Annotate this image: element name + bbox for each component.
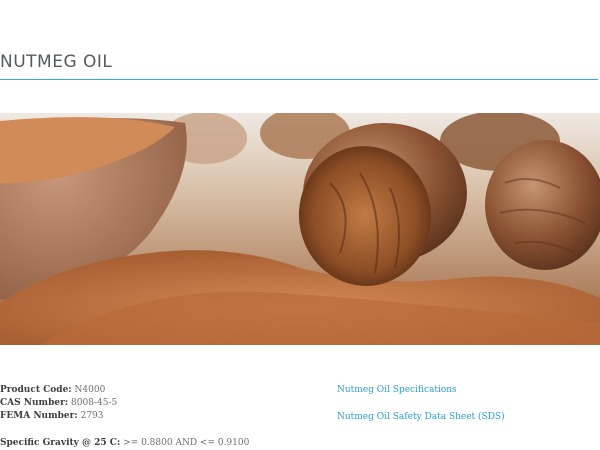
product-code-label: Product Code: bbox=[0, 385, 72, 395]
product-code-value: N4000 bbox=[74, 385, 106, 395]
cas-number-value: 8008-45-5 bbox=[71, 398, 118, 408]
fema-number-value: 2793 bbox=[80, 411, 104, 421]
sds-link[interactable]: Nutmeg Oil Safety Data Sheet (SDS) bbox=[337, 412, 505, 422]
fema-number: FEMA Number: 2793 bbox=[0, 411, 104, 421]
product-code: Product Code: N4000 bbox=[0, 385, 105, 395]
hero-image bbox=[0, 113, 600, 345]
cas-number: CAS Number: 8008-45-5 bbox=[0, 398, 117, 408]
fema-number-label: FEMA Number: bbox=[0, 411, 78, 421]
specific-gravity-value: >= 0.8800 AND <= 0.9100 bbox=[123, 438, 250, 448]
title-divider bbox=[0, 79, 598, 80]
specifications-link[interactable]: Nutmeg Oil Specifications bbox=[337, 385, 457, 395]
specific-gravity-label: Specific Gravity @ 25 C: bbox=[0, 438, 121, 448]
specific-gravity: Specific Gravity @ 25 C: >= 0.8800 AND <… bbox=[0, 438, 249, 448]
page-title: NUTMEG OIL bbox=[0, 52, 113, 72]
cas-number-label: CAS Number: bbox=[0, 398, 69, 408]
